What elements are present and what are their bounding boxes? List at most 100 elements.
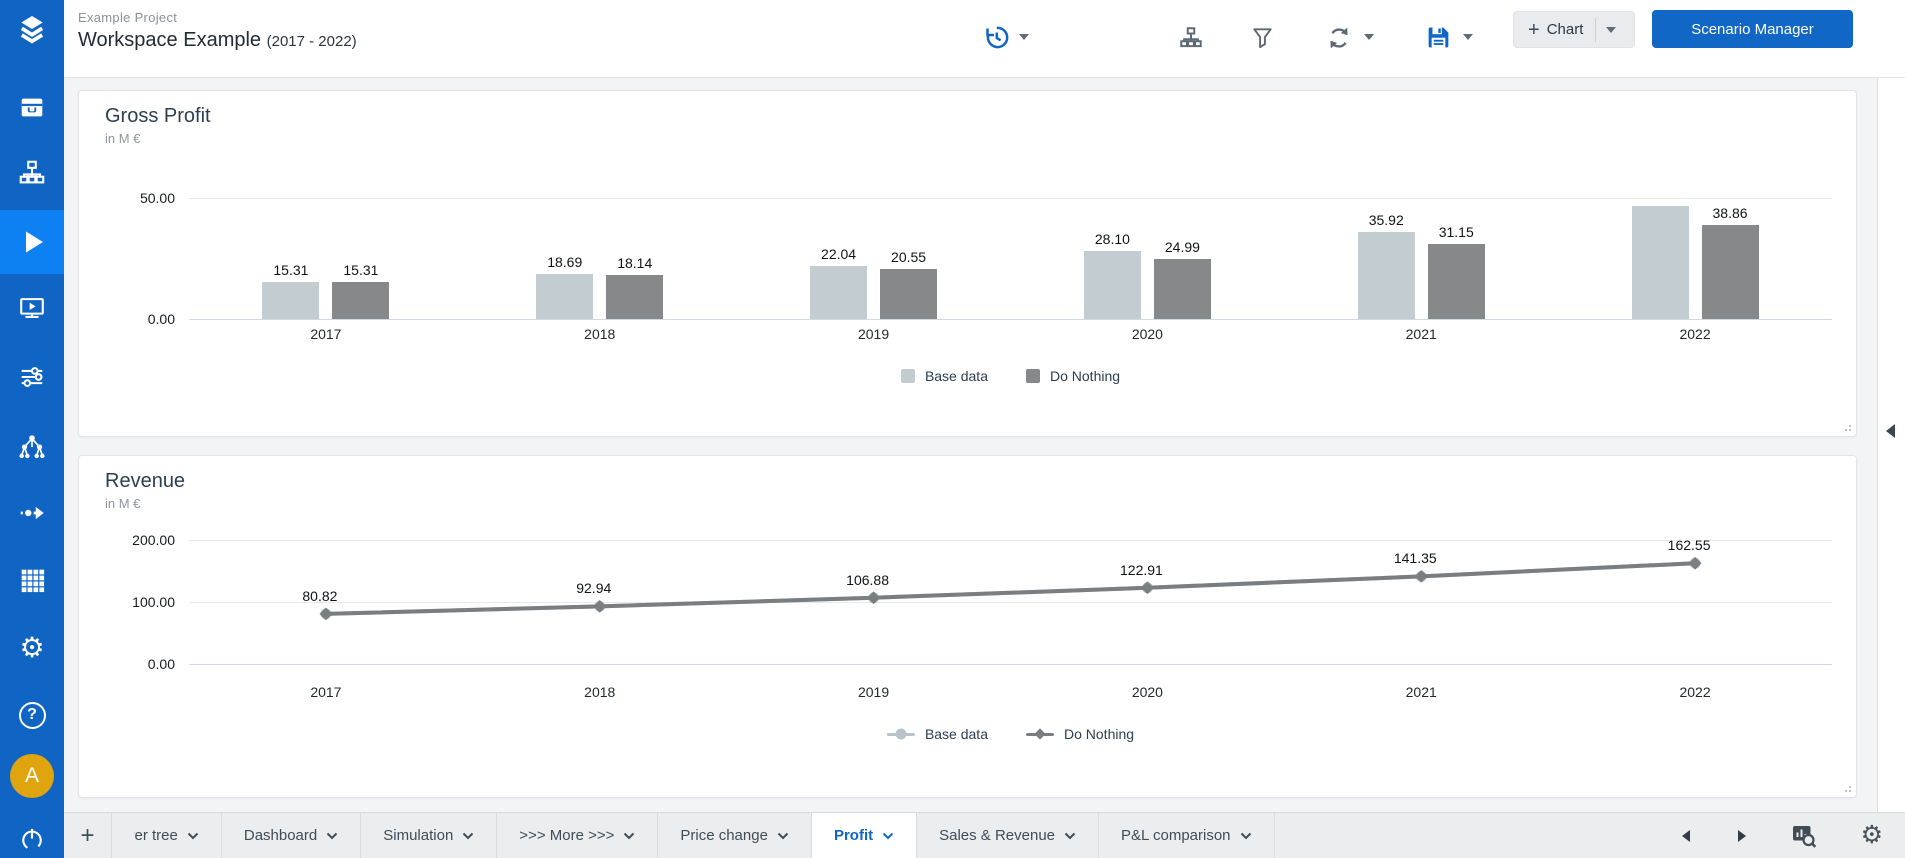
- org-chart-icon: [17, 158, 47, 188]
- x-tick-label: 2020: [1010, 326, 1284, 342]
- legend-item-do-nothing[interactable]: Do Nothing: [1026, 726, 1134, 742]
- bar-2018[interactable]: [606, 275, 663, 319]
- refresh-icon[interactable]: [1326, 25, 1352, 56]
- legend-item-do-nothing[interactable]: Do Nothing: [1026, 368, 1120, 384]
- sidebar-item-archive[interactable]: [0, 87, 64, 127]
- point-value-label: 141.35: [1394, 550, 1437, 566]
- bar-wrap: 35.92: [1358, 162, 1415, 319]
- gear-icon: ⚙: [19, 634, 44, 662]
- bar-plot-area: 15.3115.31 18.69 18.14 22.0420.55 28.10 24.99…: [189, 162, 1832, 319]
- y-axis: 200.00100.000.00: [105, 527, 189, 677]
- prev-tab-arrow-icon[interactable]: [1682, 830, 1690, 842]
- history-restore-icon[interactable]: [983, 24, 1010, 56]
- avatar-letter: A: [25, 764, 39, 788]
- data-point[interactable]: [867, 591, 880, 604]
- collapsed-right-panel: [1877, 78, 1905, 812]
- bar-2020[interactable]: [1154, 259, 1211, 319]
- tab-dashboard[interactable]: Dashboard: [222, 813, 361, 858]
- resize-grip[interactable]: [1842, 783, 1851, 792]
- tab--more-[interactable]: >>> More >>>: [497, 813, 658, 858]
- y-tick-label: 0.00: [148, 311, 175, 327]
- data-point[interactable]: [1689, 557, 1702, 570]
- next-tab-arrow-icon[interactable]: [1738, 830, 1746, 842]
- history-dropdown-caret[interactable]: [1019, 34, 1029, 40]
- y-axis: 50.000.00: [105, 162, 189, 319]
- sidebar-item-hierarchy[interactable]: [0, 153, 64, 193]
- legend-item-base-data[interactable]: Base data: [887, 726, 988, 742]
- tab-p-l-comparison[interactable]: P&L comparison: [1099, 813, 1275, 858]
- x-tick-label: 2021: [1284, 684, 1558, 700]
- bar-2021[interactable]: [1428, 244, 1485, 319]
- chart-search-icon[interactable]: [1790, 822, 1817, 849]
- main-area: Example Project Workspace Example (2017 …: [64, 0, 1905, 858]
- bar-wrap: 24.99: [1154, 162, 1211, 319]
- bar-2022[interactable]: [1702, 225, 1759, 319]
- sidebar-item-driver-tree[interactable]: [0, 427, 64, 467]
- topbar: Example Project Workspace Example (2017 …: [64, 0, 1905, 78]
- add-chart-dropdown-caret[interactable]: [1606, 27, 1616, 33]
- button-divider: [1595, 18, 1596, 42]
- tab-simulation[interactable]: Simulation: [361, 813, 497, 858]
- bar-wrap: 15.31: [332, 162, 389, 319]
- flow-arrow-icon: [17, 498, 47, 528]
- chevron-down-icon: [1240, 832, 1252, 840]
- tab-label: Sales & Revenue: [939, 827, 1055, 844]
- legend-label: Do Nothing: [1050, 368, 1120, 384]
- data-point[interactable]: [1415, 570, 1428, 583]
- data-point[interactable]: [1141, 581, 1154, 594]
- sidebar-item-settings[interactable]: ⚙: [0, 628, 64, 668]
- y-tick-label: 0.00: [148, 656, 175, 672]
- x-tick-label: 2021: [1284, 326, 1558, 342]
- data-point[interactable]: [593, 600, 606, 613]
- tabbar-gear-icon[interactable]: ⚙: [1861, 823, 1883, 848]
- help-icon: ?: [19, 702, 46, 729]
- y-tick-label: 100.00: [132, 594, 175, 610]
- bar-wrap: 22.04: [810, 162, 867, 319]
- sidebar-item-data-grid[interactable]: [0, 560, 64, 600]
- bar-2019[interactable]: [880, 269, 937, 319]
- x-tick-label: 2018: [463, 326, 737, 342]
- bar-2017[interactable]: [332, 282, 389, 319]
- bar-wrap: 28.10: [1084, 162, 1141, 319]
- bar-value-label: 18.14: [617, 255, 652, 271]
- sidebar-item-flows[interactable]: [0, 493, 64, 533]
- save-dropdown-caret[interactable]: [1463, 34, 1473, 40]
- legend-item-base-data[interactable]: Base data: [901, 368, 988, 384]
- bar-2019[interactable]: [810, 266, 867, 319]
- bar-group-2020: 28.10 24.99: [1010, 162, 1284, 319]
- tab-ver-tree[interactable]: ver tree: [112, 813, 222, 858]
- bar-value-label: 24.99: [1165, 239, 1200, 255]
- hierarchy-icon[interactable]: [1178, 25, 1204, 56]
- scenario-manager-button[interactable]: Scenario Manager: [1652, 10, 1853, 48]
- bar-wrap: 18.69: [536, 162, 593, 319]
- chart-title: Revenue: [105, 470, 1832, 493]
- sidebar-item-logout[interactable]: [0, 819, 64, 858]
- sidebar-item-simulation-active[interactable]: [0, 210, 64, 274]
- expand-panel-arrow-icon[interactable]: [1886, 424, 1895, 438]
- filter-icon[interactable]: [1250, 25, 1275, 55]
- data-point[interactable]: [320, 608, 333, 621]
- add-sheet-button[interactable]: +: [64, 813, 112, 858]
- refresh-dropdown-caret[interactable]: [1364, 34, 1374, 40]
- bar-2020[interactable]: [1084, 251, 1141, 319]
- bar-2021[interactable]: [1358, 232, 1415, 319]
- sidebar: ⚙ ? A: [0, 0, 64, 858]
- tab-sales-revenue[interactable]: Sales & Revenue: [917, 813, 1099, 858]
- add-chart-button[interactable]: + Chart: [1513, 11, 1635, 48]
- resize-grip[interactable]: [1842, 422, 1851, 431]
- sidebar-item-presentation[interactable]: [0, 288, 64, 328]
- sidebar-item-help[interactable]: ?: [0, 695, 64, 735]
- bar-2017[interactable]: [262, 282, 319, 319]
- bar-2022[interactable]: [1632, 206, 1689, 319]
- chart-card-gross-profit: Gross Profit in M € 50.000.00 15.3115.31…: [78, 90, 1857, 437]
- user-avatar[interactable]: A: [10, 754, 54, 798]
- bar-group-2019: 22.0420.55: [737, 162, 1011, 319]
- bar-2018[interactable]: [536, 274, 593, 319]
- save-icon[interactable]: [1425, 24, 1452, 56]
- tab-price-change[interactable]: Price change: [658, 813, 812, 858]
- bar-wrap: 15.31: [262, 162, 319, 319]
- x-tick-label: 2019: [737, 684, 1011, 700]
- app-logo-icon[interactable]: [0, 6, 64, 54]
- sidebar-item-parameters[interactable]: [0, 357, 64, 397]
- tab-profit[interactable]: Profit: [812, 813, 917, 858]
